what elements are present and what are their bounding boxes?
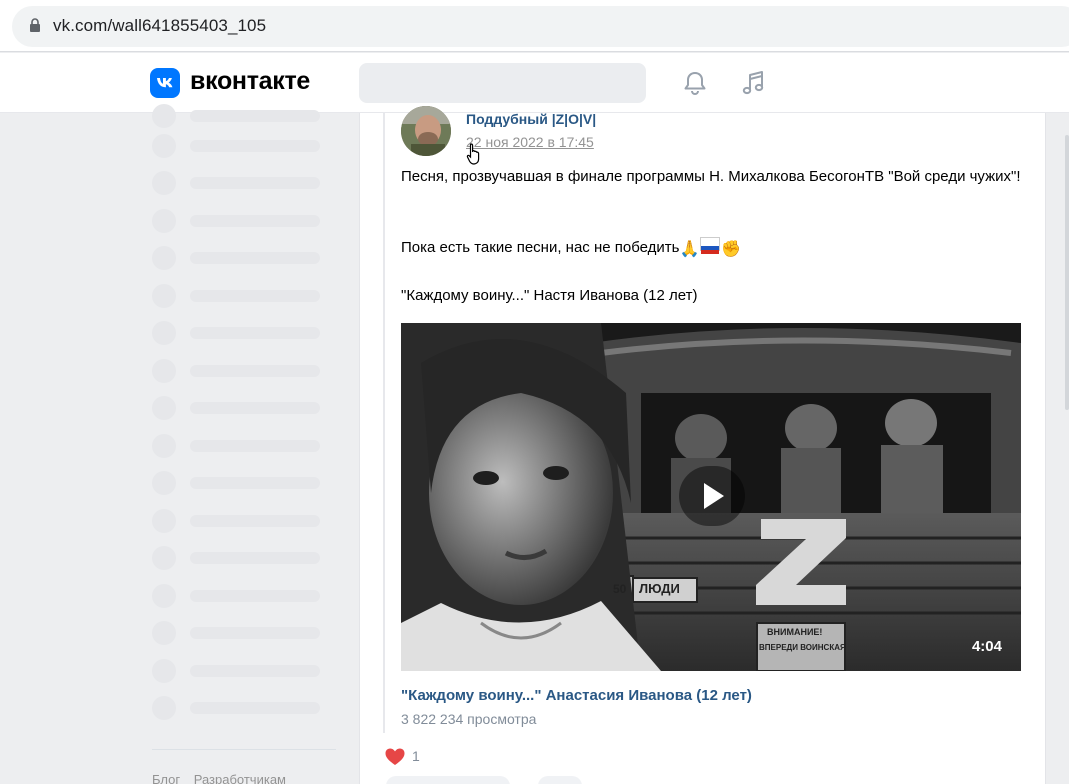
play-button[interactable] — [679, 466, 745, 526]
right-panel-edge — [1065, 135, 1069, 410]
like-count: 1 — [412, 748, 420, 764]
truck-sign-text: ЛЮДИ — [639, 581, 680, 596]
sidebar-skeleton-item — [150, 471, 330, 495]
pray-emoji-icon: 🙏 — [679, 241, 700, 258]
sidebar-skeleton-item — [150, 209, 330, 233]
vk-logo-text[interactable]: вконтакте — [190, 67, 310, 96]
sidebar-divider — [152, 749, 336, 750]
bell-icon[interactable] — [681, 69, 709, 97]
truck-sign-number: 50 — [613, 582, 627, 596]
heart-icon[interactable] — [384, 746, 406, 768]
video-title-link[interactable]: "Каждому воину..." Анастасия Иванова (12… — [401, 687, 752, 704]
lock-icon[interactable] — [29, 18, 41, 32]
post-text-line-2: Пока есть такие песни, нас не победить — [401, 239, 680, 256]
search-input[interactable] — [359, 63, 646, 103]
post-text-paragraph-1: Песня, прозвучавшая в финале программы Н… — [401, 168, 1021, 185]
sidebar-skeleton-item — [150, 246, 330, 270]
play-icon — [704, 483, 724, 509]
left-sidebar: Блог Разработчикам — [150, 104, 340, 784]
post-text-paragraph-2: Пока есть такие песни, нас не победить🙏 ✊ — [401, 236, 1031, 261]
vk-logo-icon[interactable] — [150, 68, 180, 98]
sidebar-skeleton-item — [150, 284, 330, 308]
footer-link-blog[interactable]: Блог — [152, 772, 180, 784]
post-date-link[interactable]: 22 ноя 2022 в 17:45 — [466, 134, 594, 150]
sidebar-skeleton-item — [150, 659, 330, 683]
truck-warning-line1: ВНИМАНИЕ! — [767, 627, 823, 637]
repost-thread-line — [383, 113, 385, 733]
sidebar-skeleton-item — [150, 696, 330, 720]
comment-button[interactable] — [386, 776, 510, 784]
sidebar-skeleton-item — [150, 321, 330, 345]
russian-flag-emoji-icon — [700, 237, 721, 254]
sidebar-skeleton-item — [150, 509, 330, 533]
share-button[interactable] — [538, 776, 582, 784]
sidebar-skeleton-item — [150, 359, 330, 383]
hand-cursor-icon — [466, 143, 480, 165]
url-text[interactable]: vk.com/wall641855403_105 — [53, 16, 266, 36]
sidebar-skeleton-item — [150, 134, 330, 158]
browser-address-bar: vk.com/wall641855403_105 — [0, 0, 1069, 52]
post-text-paragraph-3: "Каждому воину..." Настя Иванова (12 лет… — [401, 287, 698, 304]
truck-warning-line2: ВПЕРЕДИ ВОИНСКАЯ — [759, 643, 846, 652]
video-views-count: 3 822 234 просмотра — [401, 711, 537, 727]
sidebar-skeleton-item — [150, 104, 330, 128]
sidebar-skeleton-item — [150, 546, 330, 570]
raised-fist-emoji-icon: ✊ — [721, 241, 742, 258]
sidebar-skeleton-item — [150, 621, 330, 645]
post-author-name[interactable]: Поддубный |Z|O|V| — [466, 111, 596, 127]
music-icon[interactable] — [739, 68, 769, 98]
sidebar-skeleton-item — [150, 396, 330, 420]
footer-link-developers[interactable]: Разработчикам — [194, 772, 286, 784]
sidebar-skeleton-item — [150, 171, 330, 195]
sidebar-skeleton-item — [150, 584, 330, 608]
video-player[interactable]: ЛЮДИ 50 ВНИМАНИЕ! ВПЕРЕДИ ВОИНСКАЯ 4:04 — [401, 323, 1021, 671]
sidebar-skeleton-item — [150, 434, 330, 458]
video-duration: 4:04 — [971, 638, 1002, 655]
sidebar-footer-links: Блог Разработчикам — [152, 772, 296, 784]
author-avatar[interactable] — [401, 106, 451, 156]
